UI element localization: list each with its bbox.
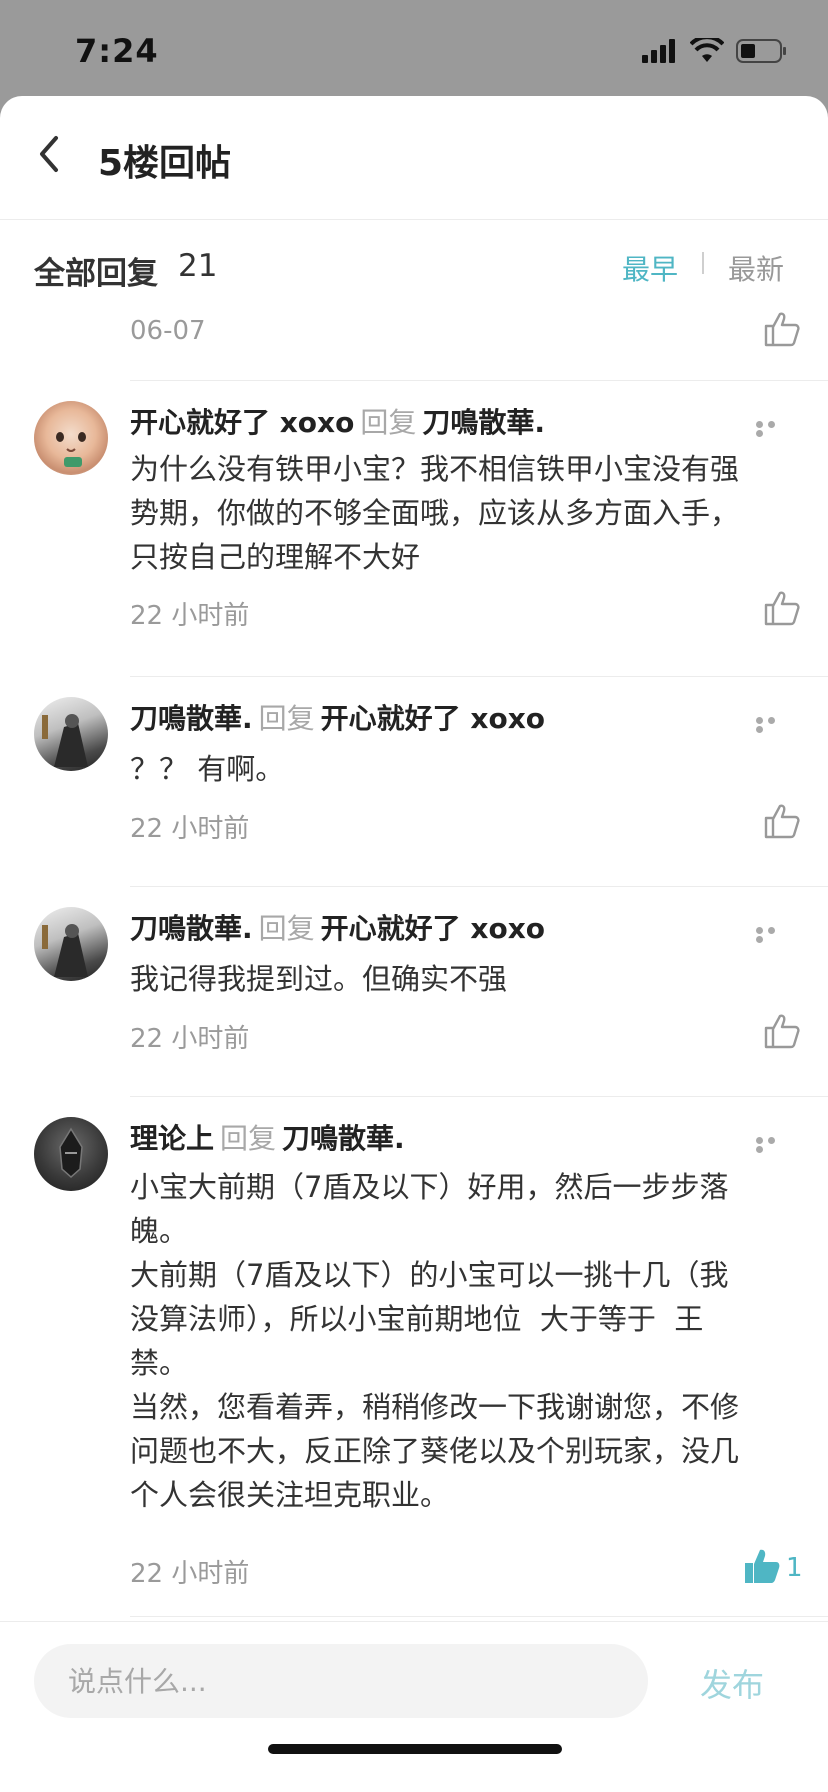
warrior-avatar-icon	[42, 924, 88, 977]
publish-button[interactable]: 发布	[700, 1660, 764, 1706]
back-icon[interactable]	[30, 132, 70, 176]
warrior-avatar-icon	[42, 714, 88, 767]
comment-body: ？？ 有啊。	[130, 747, 800, 791]
cat-avatar-icon	[56, 432, 86, 467]
comment-line: 个人会很关注坦克职业。	[130, 1478, 450, 1512]
more-options-icon[interactable]	[756, 1135, 790, 1153]
comment-line: 问题也不大，反正除了葵佬以及个别玩家，没几	[130, 1434, 740, 1468]
comment-line: 小宝大前期（7盾及以下）好用，然后一步步落	[130, 1170, 729, 1204]
comment-line: 为什么没有铁甲小宝？我不相信铁甲小宝没有强	[130, 452, 740, 486]
avatar[interactable]	[34, 401, 108, 475]
replies-header: 全部回复 21 最早 最新	[0, 220, 828, 300]
comment-meta: 刀鳴散華. 回复 开心就好了 xoxo	[130, 697, 545, 737]
comment-item: 理论上 回复 刀鳴散華. 小宝大前期（7盾及以下）好用，然后一步步落 魄。 大前期（…	[0, 1097, 828, 1617]
comment-author[interactable]: 刀鳴散華.	[130, 912, 253, 945]
comment-time: 22 小时前	[130, 814, 250, 844]
sort-divider	[702, 252, 704, 274]
comment-line: 只按自己的理解不大好	[130, 540, 421, 574]
original-reply-footer: 06-07	[0, 300, 828, 382]
comment-item: 开心就好了 xoxo 回复 刀鳴散華. 为什么没有铁甲小宝？我不相信铁甲小宝没有强 …	[0, 381, 828, 684]
comment-item: 刀鳴散華. 回复 开心就好了 xoxo 我记得我提到过。但确实不强 22 小时前	[0, 887, 828, 1096]
more-options-icon[interactable]	[756, 419, 790, 437]
comment-item: 刀鳴散華. 回复 开心就好了 xoxo ？？ 有啊。 22 小时前	[0, 677, 828, 886]
status-icons	[642, 38, 788, 64]
comment-line: 没算法师），所以小宝前期地位 大于等于 王	[130, 1302, 704, 1336]
liked-icon[interactable]	[742, 1547, 782, 1585]
signal-icon	[642, 39, 675, 63]
reply-target[interactable]: 刀鳴散華.	[422, 406, 545, 439]
like-icon[interactable]	[762, 589, 802, 627]
avatar[interactable]	[34, 907, 108, 981]
reply-target[interactable]: 开心就好了 xoxo	[321, 702, 545, 735]
battery-icon	[736, 39, 786, 63]
helmet-avatar-icon	[59, 1127, 83, 1179]
divider	[130, 1616, 828, 1617]
comment-input[interactable]	[34, 1644, 648, 1718]
comment-time: 22 小时前	[130, 1024, 250, 1054]
sort-earliest-button[interactable]: 最早	[622, 248, 678, 288]
comment-meta: 刀鳴散華. 回复 开心就好了 xoxo	[130, 907, 545, 947]
replies-title: 全部回复	[34, 256, 158, 292]
comment-time: 22 小时前	[130, 601, 250, 631]
reply-word: 回复	[360, 406, 417, 439]
reply-date: 06-07	[130, 316, 206, 346]
like-icon[interactable]	[762, 1012, 802, 1050]
like-count: 1	[786, 1553, 803, 1583]
status-time: 7:24	[75, 32, 159, 70]
like-icon[interactable]	[762, 310, 802, 348]
reply-sheet: 5楼回帖 全部回复 21 最早 最新 06-07 开心就好了 xoxo 回复 刀鳴散…	[0, 96, 828, 1792]
comment-line: 禁。	[130, 1346, 189, 1380]
comment-author[interactable]: 刀鳴散華.	[130, 702, 253, 735]
comment-line: 当然，您看着弄，稍稍修改一下我谢谢您，不修	[130, 1390, 740, 1424]
sort-latest-button[interactable]: 最新	[728, 248, 784, 288]
comment-line: 势期，你做的不够全面哦，应该从多方面入手，	[130, 496, 740, 530]
page-title: 5楼回帖	[98, 143, 232, 184]
comment-body: 为什么没有铁甲小宝？我不相信铁甲小宝没有强 势期，你做的不够全面哦，应该从多方面…	[130, 447, 800, 579]
home-indicator[interactable]	[268, 1744, 562, 1754]
comment-meta: 理论上 回复 刀鳴散華.	[130, 1117, 405, 1157]
avatar[interactable]	[34, 697, 108, 771]
like-icon[interactable]	[762, 802, 802, 840]
status-bar: 7:24	[0, 0, 828, 96]
reply-target[interactable]: 开心就好了 xoxo	[321, 912, 545, 945]
reply-target[interactable]: 刀鳴散華.	[282, 1122, 405, 1155]
more-options-icon[interactable]	[756, 715, 790, 733]
comment-line: 我记得我提到过。但确实不强	[130, 962, 508, 996]
comment-body: 小宝大前期（7盾及以下）好用，然后一步步落 魄。 大前期（7盾及以下）的小宝可以…	[130, 1165, 800, 1517]
reply-word: 回复	[258, 912, 315, 945]
comment-line: 魄。	[130, 1214, 189, 1248]
compose-bar: 发布	[0, 1621, 828, 1792]
reply-word: 回复	[220, 1122, 277, 1155]
comment-author[interactable]: 开心就好了 xoxo	[130, 406, 354, 439]
comment-body: 我记得我提到过。但确实不强	[130, 957, 800, 1001]
reply-word: 回复	[258, 702, 315, 735]
replies-count: 21	[178, 248, 218, 284]
wifi-icon	[690, 38, 724, 62]
avatar[interactable]	[34, 1117, 108, 1191]
comment-line: 大前期（7盾及以下）的小宝可以一挑十几（我	[130, 1258, 729, 1292]
comment-meta: 开心就好了 xoxo 回复 刀鳴散華.	[130, 401, 545, 441]
more-options-icon[interactable]	[756, 925, 790, 943]
nav-bar: 5楼回帖	[0, 96, 828, 220]
comment-time: 22 小时前	[130, 1559, 250, 1589]
comment-author[interactable]: 理论上	[130, 1122, 214, 1155]
comment-line: ？？ 有啊。	[130, 752, 285, 786]
